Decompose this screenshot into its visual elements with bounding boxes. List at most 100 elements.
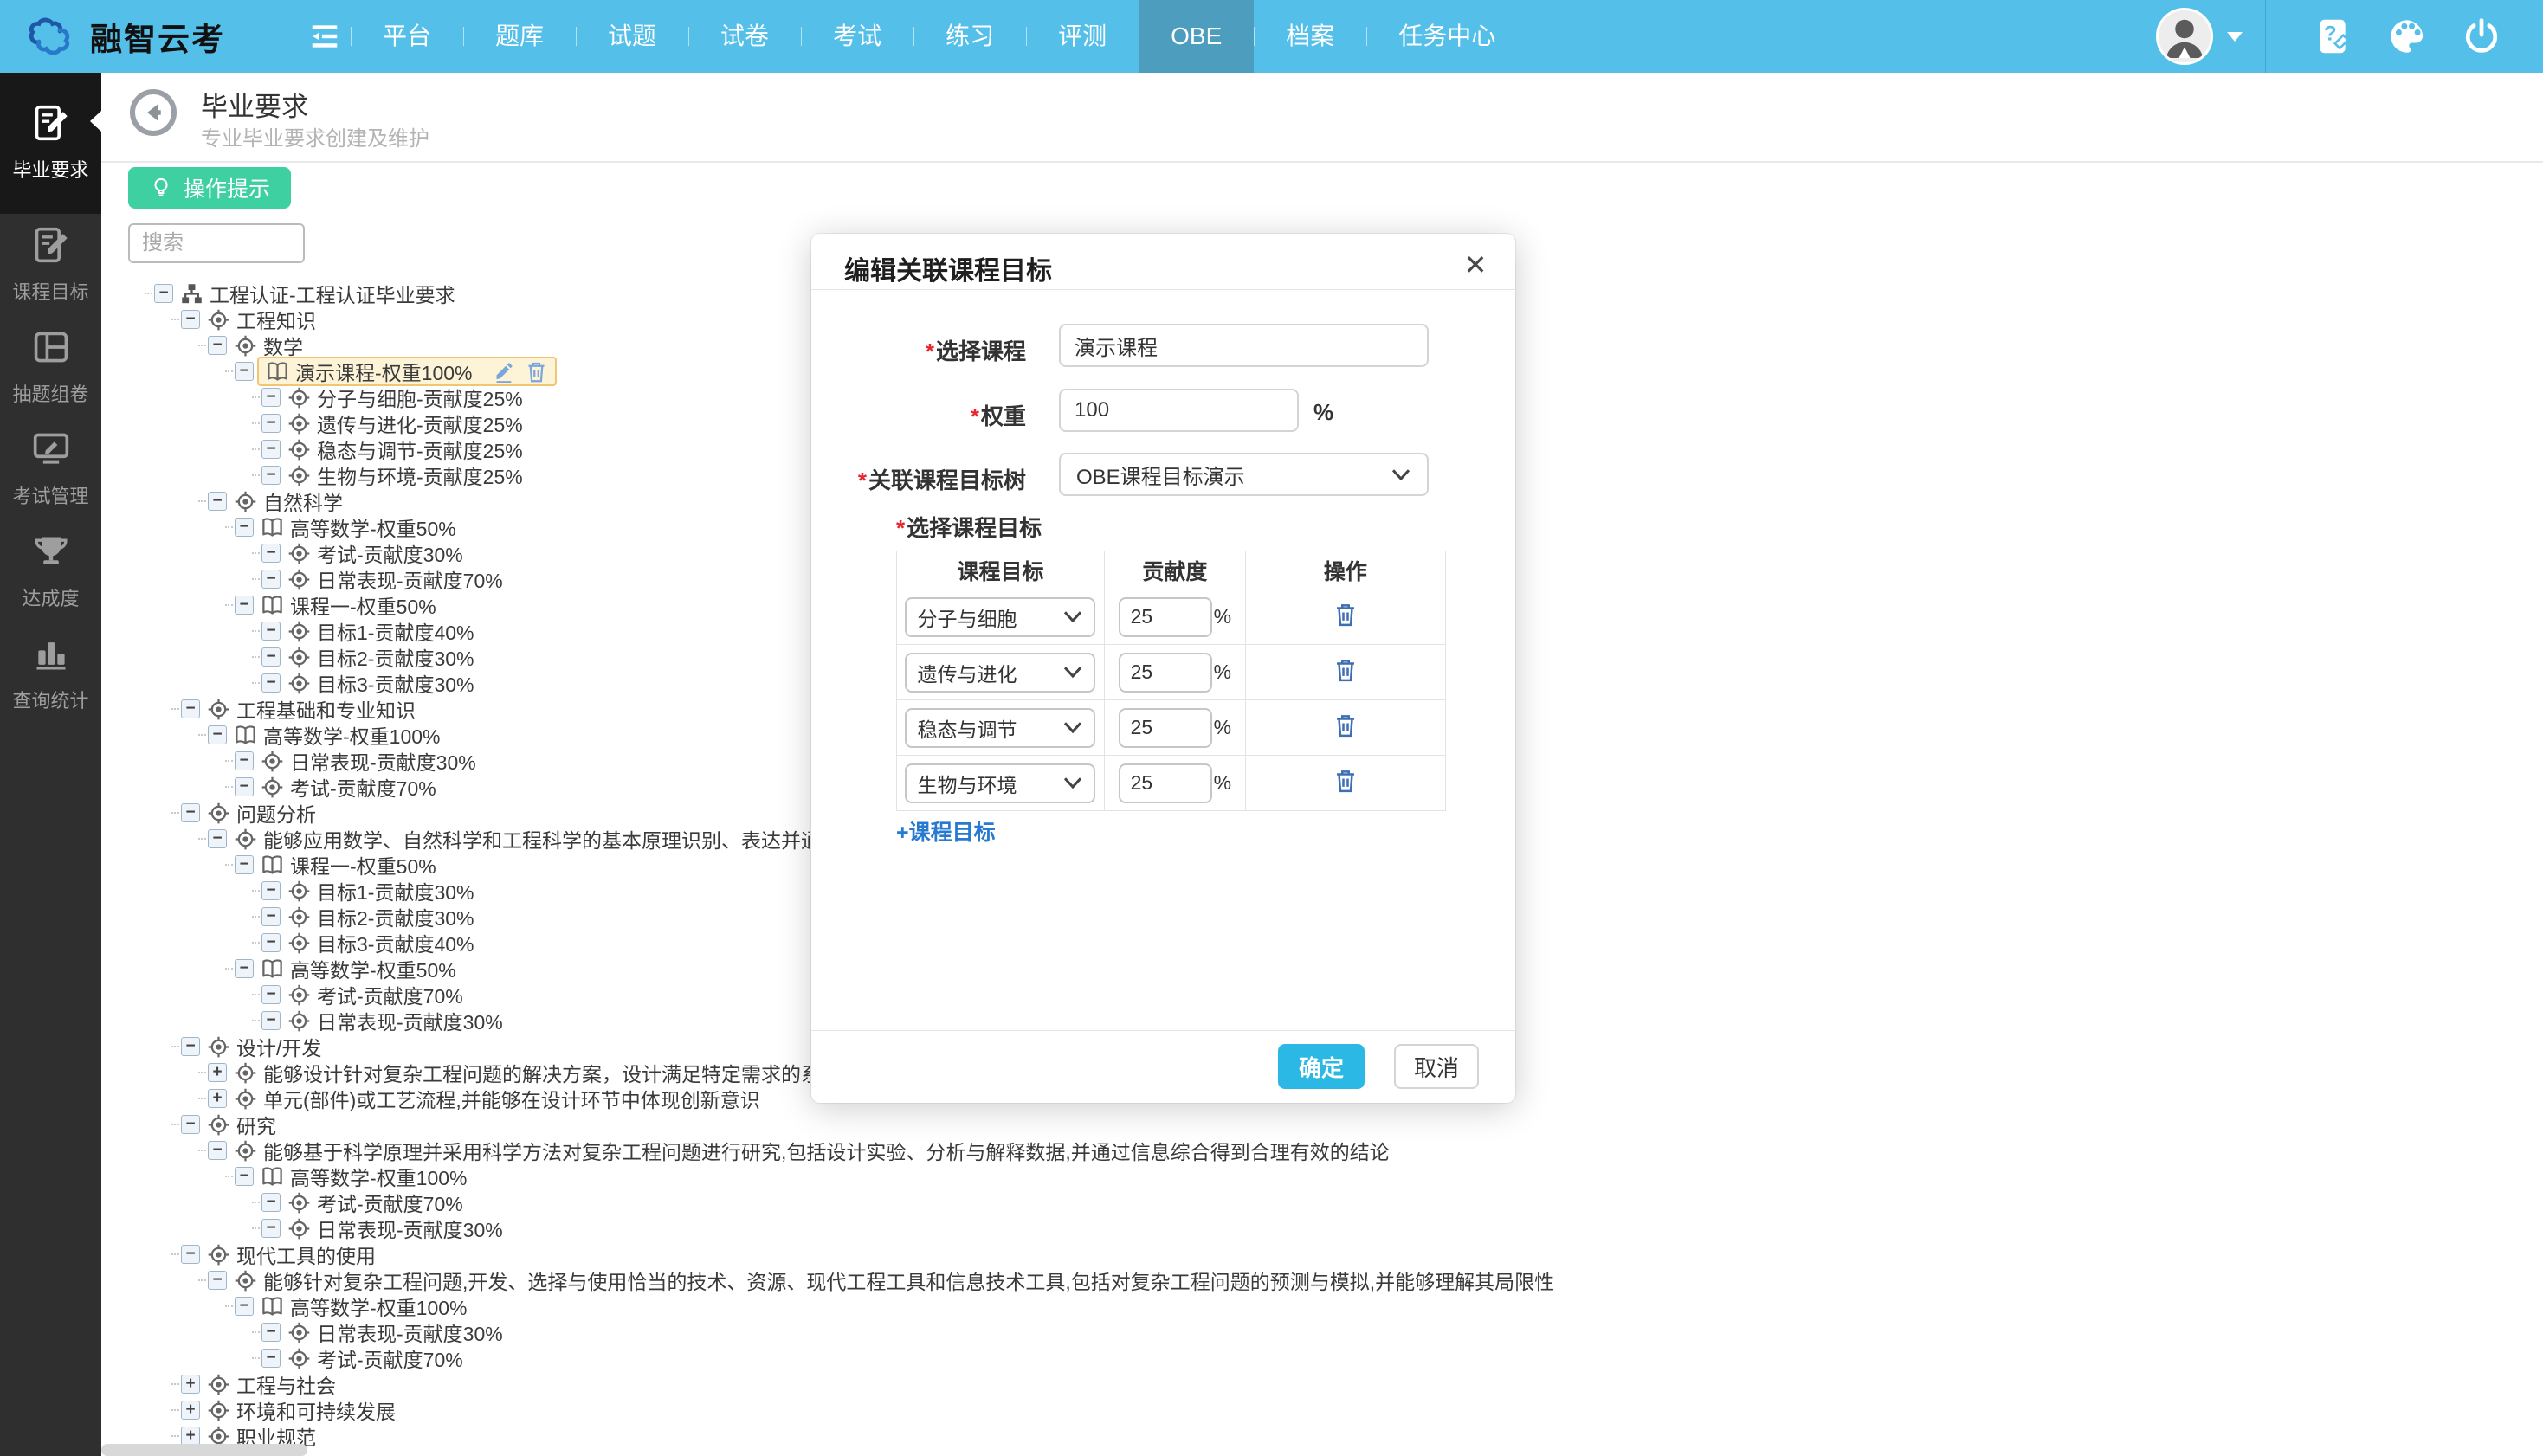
tree-expander[interactable]: + [181, 1427, 200, 1446]
tree-node-box[interactable]: 考试-贡献度70% [284, 1345, 467, 1371]
tree-expander[interactable]: − [208, 725, 227, 744]
contribution-input[interactable] [1119, 597, 1212, 637]
tree-expander[interactable]: − [208, 1141, 227, 1160]
tree-expander[interactable]: + [208, 1089, 227, 1108]
tree-expander[interactable]: − [181, 803, 200, 822]
tree-node-box[interactable]: 工程基础和专业知识 [203, 696, 419, 722]
tree-node-box[interactable]: 目标1-贡献度30% [284, 878, 477, 904]
tree-node-box[interactable]: 目标3-贡献度40% [284, 930, 477, 956]
tree-node-box[interactable]: 工程认证-工程认证毕业要求 [177, 280, 459, 306]
cancel-button[interactable]: 取消 [1394, 1044, 1479, 1089]
tree-expander[interactable]: − [235, 1167, 254, 1186]
tree-node-box[interactable]: 能够针对复杂工程问题,开发、选择与使用恰当的技术、资源、现代工程工具和信息技术工… [230, 1267, 1558, 1293]
tree-expander[interactable]: − [181, 1115, 200, 1134]
objective-tree-select[interactable]: OBE课程目标演示 [1059, 453, 1429, 496]
tree-expander[interactable]: − [261, 1193, 281, 1212]
tree-node-box[interactable]: 工程与社会 [203, 1371, 339, 1397]
tree-expander[interactable]: − [208, 492, 227, 511]
tree-node-box[interactable]: 考试-贡献度70% [284, 1189, 467, 1215]
tree-expander[interactable]: − [235, 959, 254, 978]
tree-node-box[interactable]: 日常表现-贡献度30% [257, 748, 480, 774]
delete-trash-icon[interactable] [525, 360, 548, 383]
tree-expander[interactable]: − [235, 751, 254, 770]
tree-expander[interactable]: − [261, 1323, 281, 1342]
tree-node-box[interactable]: 研究 [203, 1111, 280, 1137]
tree-node-box[interactable]: 现代工具的使用 [203, 1241, 379, 1267]
objective-select[interactable]: 分子与细胞 [905, 597, 1095, 637]
tree-expander[interactable]: − [208, 829, 227, 848]
delete-row-trash-icon[interactable] [1333, 712, 1359, 738]
tree-node-box[interactable]: 遗传与进化-贡献度25% [284, 410, 526, 436]
nav-item[interactable]: 题库 [463, 0, 576, 73]
nav-item[interactable]: 任务中心 [1366, 0, 1527, 73]
theme-palette-icon[interactable] [2388, 17, 2426, 55]
tree-expander[interactable]: − [208, 336, 227, 355]
tree-node-box[interactable]: 演示课程-权重100% [257, 357, 557, 386]
tree-expander[interactable]: − [261, 1011, 281, 1030]
delete-row-trash-icon[interactable] [1333, 768, 1359, 794]
tree-expander[interactable]: + [208, 1063, 227, 1082]
tree-expander[interactable]: + [181, 1375, 200, 1394]
tree-expander[interactable]: − [261, 1219, 281, 1238]
tree-node-box[interactable]: 环境和可持续发展 [203, 1397, 399, 1423]
tree-node-box[interactable]: 能够基于科学原理并采用科学方法对复杂工程问题进行研究,包括设计实验、分析与解释数… [230, 1137, 1393, 1163]
tree-node-box[interactable]: 分子与细胞-贡献度25% [284, 384, 526, 410]
tree-node-box[interactable]: 高等数学-权重50% [257, 956, 460, 982]
tree-node-box[interactable]: 能够设计针对复杂工程问题的解决方案，设计满足特定需求的系统 [230, 1060, 844, 1086]
tree-node-box[interactable]: 考试-贡献度70% [284, 982, 467, 1008]
tree-expander[interactable]: − [235, 1297, 254, 1316]
tree-expander[interactable]: − [261, 388, 281, 407]
confirm-button[interactable]: 确定 [1278, 1044, 1365, 1089]
tree-node-box[interactable]: 目标3-贡献度30% [284, 670, 477, 696]
tree-expander[interactable]: − [261, 933, 281, 952]
weight-input[interactable] [1059, 389, 1299, 432]
tree-expander[interactable]: − [261, 414, 281, 433]
delete-row-trash-icon[interactable] [1333, 602, 1359, 628]
tree-expander[interactable]: − [261, 622, 281, 641]
tree-node-box[interactable]: 日常表现-贡献度30% [284, 1319, 507, 1345]
power-logout-icon[interactable] [2462, 17, 2501, 55]
tree-node-box[interactable]: 课程一-权重50% [257, 852, 440, 878]
tree-node-box[interactable]: 日常表现-贡献度70% [284, 566, 507, 592]
delete-row-trash-icon[interactable] [1333, 657, 1359, 683]
tree-expander[interactable]: − [261, 985, 281, 1004]
tree-node-box[interactable]: 单元(部件)或工艺流程,并能够在设计环节中体现创新意识 [230, 1086, 764, 1111]
sidebar-item[interactable]: 毕业要求 [0, 73, 101, 214]
tree-node-box[interactable]: 高等数学-权重50% [257, 514, 460, 540]
tree-expander[interactable]: − [261, 647, 281, 667]
nav-item[interactable]: 试卷 [688, 0, 801, 73]
help-doc-icon[interactable]: ? [2314, 17, 2352, 55]
nav-item[interactable]: 试题 [576, 0, 688, 73]
tree-expander[interactable]: − [261, 673, 281, 693]
tree-expander[interactable]: − [208, 1271, 227, 1290]
tree-node-box[interactable]: 高等数学-权重100% [257, 1293, 470, 1319]
tree-expander[interactable]: − [261, 907, 281, 926]
tree-expander[interactable]: − [181, 310, 200, 329]
tree-expander[interactable]: − [235, 362, 254, 381]
contribution-input[interactable] [1119, 763, 1212, 803]
tree-expander[interactable]: − [261, 466, 281, 485]
nav-item[interactable]: 练习 [913, 0, 1026, 73]
tree-node-box[interactable]: 能够应用数学、自然科学和工程科学的基本原理识别、表达并通过文献 [230, 826, 884, 852]
tree-node-box[interactable]: 设计/开发 [203, 1034, 325, 1060]
nav-item[interactable]: 考试 [801, 0, 913, 73]
tree-node-box[interactable]: 日常表现-贡献度30% [284, 1008, 507, 1034]
tree-node-box[interactable]: 工程知识 [203, 306, 319, 332]
horizontal-scrollbar[interactable] [101, 1444, 307, 1456]
tree-node-box[interactable]: 稳态与调节-贡献度25% [284, 436, 526, 462]
tree-expander[interactable]: − [181, 1245, 200, 1264]
objective-select[interactable]: 遗传与进化 [905, 653, 1095, 693]
nav-item[interactable]: OBE [1139, 0, 1254, 73]
tree-expander[interactable]: + [181, 1401, 200, 1420]
sidebar-item[interactable]: 课程目标 [0, 214, 101, 316]
tree-expander[interactable]: − [235, 855, 254, 874]
nav-item[interactable]: 档案 [1254, 0, 1366, 73]
tree-expander[interactable]: − [261, 881, 281, 900]
tree-node-box[interactable]: 考试-贡献度30% [284, 540, 467, 566]
tree-expander[interactable]: − [261, 570, 281, 589]
edit-pencil-icon[interactable] [493, 360, 516, 383]
tree-node-box[interactable]: 高等数学-权重100% [230, 722, 443, 748]
sidebar-item[interactable]: 抽题组卷 [0, 316, 101, 418]
close-icon[interactable]: ✕ [1456, 246, 1494, 284]
tree-expander[interactable]: − [154, 284, 173, 303]
